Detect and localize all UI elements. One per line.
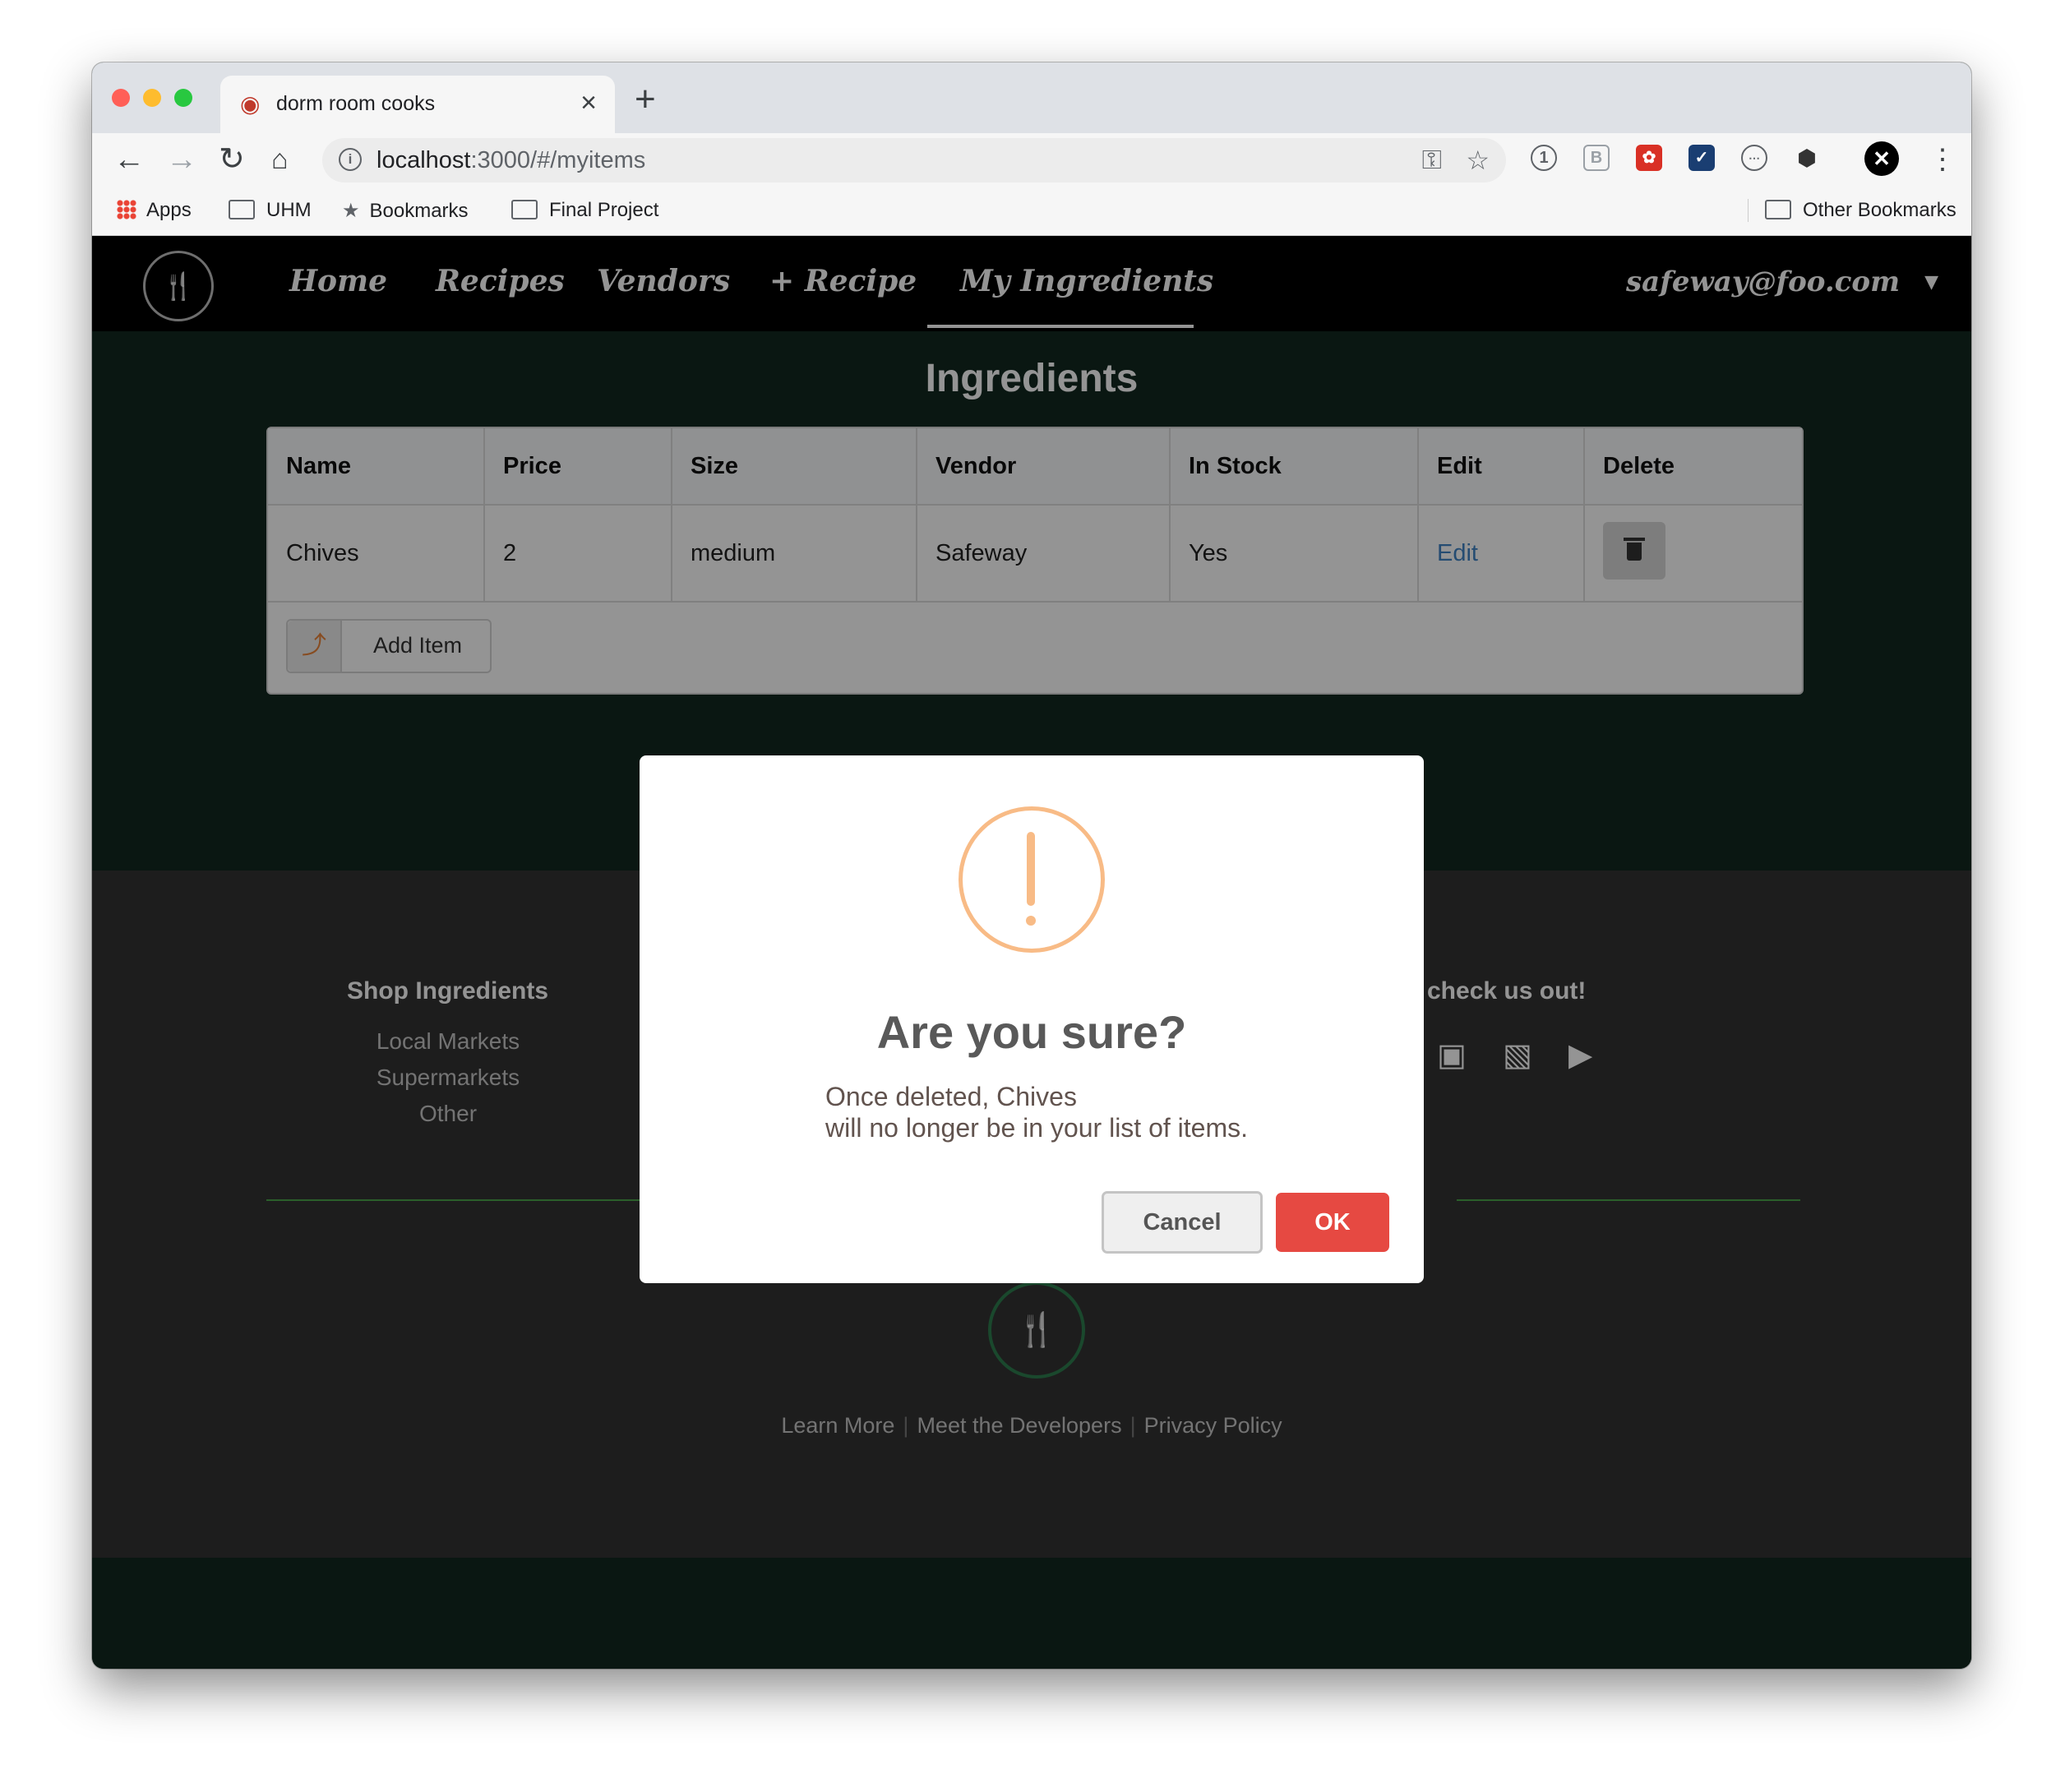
browser-menu-icon[interactable]: ⋮ bbox=[1929, 141, 1956, 178]
folder-icon bbox=[511, 200, 538, 219]
warning-dot bbox=[1026, 916, 1036, 926]
dialog-text-line1: Once deleted, Chives bbox=[825, 1082, 1077, 1111]
cancel-button[interactable]: Cancel bbox=[1102, 1191, 1263, 1254]
home-icon[interactable]: ⌂ bbox=[271, 141, 289, 178]
back-icon[interactable]: ← bbox=[113, 141, 145, 178]
confirm-dialog: Are you sure? Once deleted, Chives will … bbox=[640, 755, 1424, 1283]
extension-x-icon[interactable]: ✕ bbox=[1864, 141, 1899, 176]
bookmark-uhm[interactable]: UHM bbox=[229, 199, 312, 222]
bookmark-bookmarks-label: Bookmarks bbox=[369, 200, 469, 222]
warning-icon bbox=[959, 806, 1105, 953]
browser-tab[interactable]: ◉ dorm room cooks × bbox=[220, 76, 615, 133]
tab-title: dorm room cooks bbox=[276, 92, 436, 115]
bookmark-bookmarks[interactable]: ★ Bookmarks bbox=[342, 199, 469, 223]
page-content: 🍴 Home Recipes Vendors + Recipe My Ingre… bbox=[92, 236, 1971, 1669]
extension-paw-icon[interactable]: ✿ bbox=[1636, 145, 1662, 171]
bookmark-other[interactable]: Other Bookmarks bbox=[1748, 199, 1956, 222]
url-path: :3000/#/myitems bbox=[470, 147, 646, 173]
site-info-icon[interactable]: i bbox=[339, 148, 362, 171]
bookmark-star-icon[interactable]: ☆ bbox=[1466, 145, 1490, 176]
browser-window: ◉ dorm room cooks × + ← → ↻ ⌂ i localhos… bbox=[92, 62, 1971, 1669]
dialog-text-line2: will no longer be in your list of items. bbox=[825, 1113, 1248, 1143]
new-tab-button[interactable]: + bbox=[635, 79, 656, 120]
minimize-window-icon[interactable] bbox=[143, 89, 161, 107]
tab-close-icon[interactable]: × bbox=[580, 87, 597, 119]
site-favicon-icon: ◉ bbox=[240, 91, 261, 117]
extension-code-icon[interactable]: ⋯ bbox=[1741, 145, 1767, 171]
bookmark-apps-label: Apps bbox=[146, 199, 192, 221]
close-window-icon[interactable] bbox=[112, 89, 130, 107]
apps-grid-icon bbox=[117, 200, 136, 219]
folder-icon bbox=[1765, 200, 1791, 219]
url-host: localhost bbox=[377, 147, 471, 173]
warning-bar bbox=[1027, 832, 1035, 906]
password-manager-icon[interactable]: 1 bbox=[1531, 145, 1557, 171]
bookmark-apps[interactable]: Apps bbox=[117, 199, 192, 222]
address-bar[interactable]: i localhost:3000/#/myitems ⚿ ☆ bbox=[322, 138, 1506, 182]
bookmarks-bar: Apps UHM ★ Bookmarks Final Project Other … bbox=[92, 187, 1971, 236]
key-icon[interactable]: ⚿ bbox=[1422, 145, 1442, 176]
browser-toolbar: ← → ↻ ⌂ i localhost:3000/#/myitems ⚿ ☆ 1… bbox=[92, 133, 1971, 187]
bookmark-final-project-label: Final Project bbox=[549, 199, 659, 221]
ok-button[interactable]: OK bbox=[1276, 1193, 1389, 1252]
bookmark-other-label: Other Bookmarks bbox=[1803, 199, 1956, 221]
star-icon: ★ bbox=[342, 200, 360, 222]
tab-strip: ◉ dorm room cooks × + bbox=[92, 62, 1971, 133]
dialog-text: Once deleted, Chives will no longer be i… bbox=[825, 1081, 1248, 1143]
forward-icon[interactable]: → bbox=[166, 141, 197, 178]
bookmark-uhm-label: UHM bbox=[266, 199, 312, 221]
url-text: localhost:3000/#/myitems bbox=[377, 147, 645, 174]
maximize-window-icon[interactable] bbox=[174, 89, 192, 107]
folder-icon bbox=[229, 200, 255, 219]
bookmark-final-project[interactable]: Final Project bbox=[511, 199, 658, 222]
extension-check-icon[interactable]: ✓ bbox=[1688, 145, 1715, 171]
extension-b-icon[interactable]: B bbox=[1583, 145, 1610, 171]
reload-icon[interactable]: ↻ bbox=[219, 141, 245, 178]
extension-cube-icon[interactable]: ⬢ bbox=[1794, 145, 1820, 171]
dialog-title: Are you sure? bbox=[876, 1006, 1187, 1058]
